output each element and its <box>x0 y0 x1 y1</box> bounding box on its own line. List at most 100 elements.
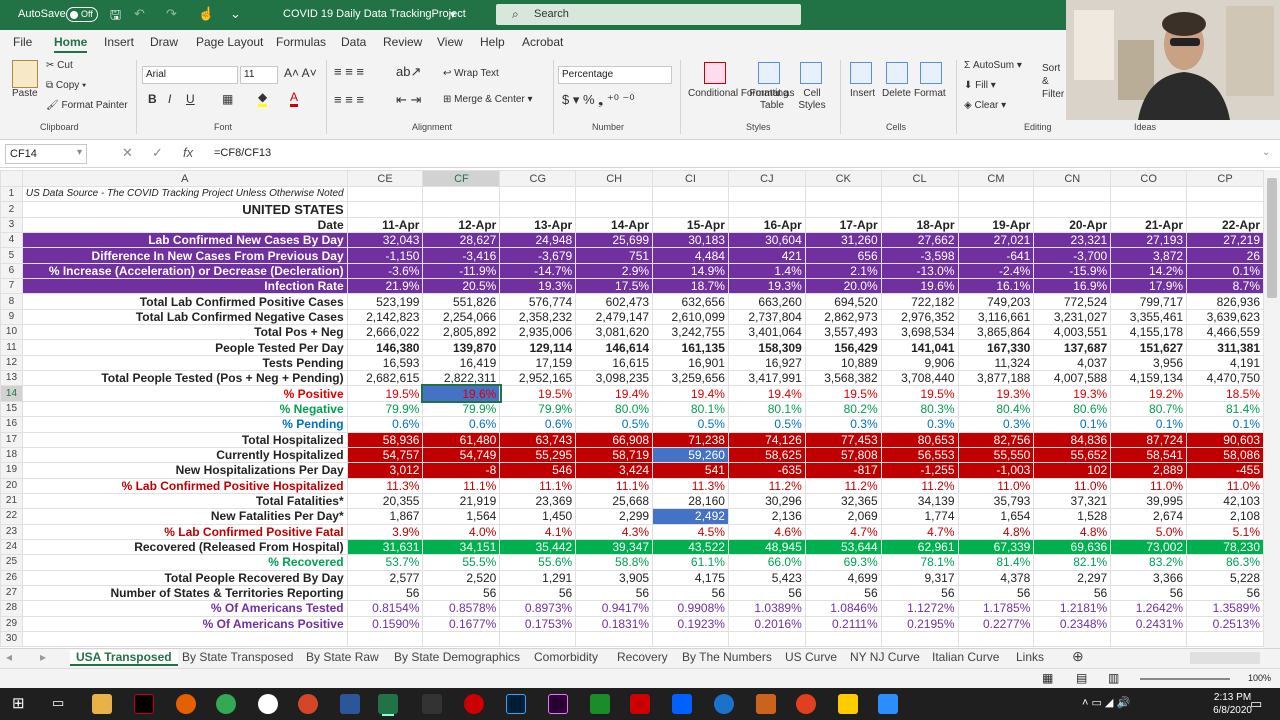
tab-italian-curve[interactable]: Italian Curve <box>932 650 999 664</box>
data-cell[interactable]: 1,654 <box>957 508 1035 525</box>
file-explorer-icon[interactable] <box>92 694 112 714</box>
column-header[interactable]: CM <box>957 170 1035 187</box>
data-cell[interactable]: 53.7% <box>346 554 424 571</box>
bold-icon[interactable]: B <box>148 92 157 106</box>
data-cell[interactable]: 1.4% <box>727 262 806 280</box>
row-header[interactable]: 6 <box>0 262 23 280</box>
data-cell[interactable]: 129,114 <box>499 339 577 356</box>
data-cell[interactable]: 81.4% <box>1186 400 1264 418</box>
column-header[interactable]: CP <box>1186 170 1264 187</box>
data-cell[interactable]: 20.5% <box>422 278 501 295</box>
data-cell[interactable]: 30,604 <box>727 232 806 249</box>
data-cell[interactable]: 3,355,461 <box>1110 308 1188 326</box>
font-color-icon[interactable]: A <box>290 90 299 107</box>
copy-button[interactable]: ⧉ Copy ▾ <box>46 80 86 91</box>
data-cell[interactable]: 4.0% <box>422 523 501 540</box>
fill-button[interactable]: ⬇ Fill ▾ <box>964 80 996 91</box>
data-cell[interactable]: 21.9% <box>346 278 424 295</box>
tab-scroll-right-icon[interactable]: ▸ <box>40 650 46 664</box>
data-cell[interactable]: 2,520 <box>422 569 501 586</box>
row-header[interactable]: 10 <box>0 324 23 341</box>
data-cell[interactable]: 1,450 <box>499 508 577 525</box>
data-cell[interactable]: 11.1% <box>499 477 577 494</box>
file-name[interactable]: COVID 19 Daily Data TrackingProject <box>283 8 466 20</box>
row-label-cell[interactable]: % Lab Confirmed Positive Hospitalized <box>21 477 348 494</box>
data-cell[interactable]: 2,108 <box>1186 508 1264 525</box>
insert-function-icon[interactable]: fx <box>183 145 193 160</box>
data-cell[interactable]: 22-Apr <box>1186 216 1264 234</box>
data-cell[interactable]: 2,479,147 <box>575 308 654 326</box>
autosum-button[interactable]: Σ AutoSum ▾ <box>964 60 1022 71</box>
data-cell[interactable]: 158,309 <box>727 339 806 356</box>
data-cell[interactable]: 0.2348% <box>1033 615 1112 632</box>
powerpoint-icon[interactable] <box>298 694 318 714</box>
data-cell[interactable]: 63,743 <box>499 431 577 448</box>
data-cell[interactable]: 82,756 <box>957 431 1035 448</box>
data-cell[interactable]: -3.6% <box>346 262 424 280</box>
data-cell[interactable]: 16.9% <box>1033 278 1112 295</box>
data-cell[interactable]: 5,423 <box>727 569 806 586</box>
data-cell[interactable]: 55,652 <box>1033 446 1112 464</box>
app-icon[interactable] <box>464 694 484 714</box>
autosave-toggle[interactable]: Off <box>66 7 98 22</box>
row-label-cell[interactable]: Total Lab Confirmed Positive Cases <box>21 293 348 310</box>
data-cell[interactable]: 31,631 <box>346 538 424 556</box>
orientation-icon[interactable]: ab↗ <box>396 64 421 80</box>
cell-styles-icon[interactable] <box>800 62 822 84</box>
row-label-cell[interactable]: Total Lab Confirmed Negative Cases <box>21 308 348 326</box>
data-cell[interactable]: 2,136 <box>727 508 806 525</box>
row-header[interactable]: 7 <box>0 278 23 295</box>
windows-start-icon[interactable]: ⊞ <box>12 694 25 712</box>
data-cell[interactable] <box>1033 185 1112 203</box>
data-cell[interactable]: 19.5% <box>804 385 882 402</box>
chrome-icon[interactable] <box>216 694 236 714</box>
data-cell[interactable]: 0.9417% <box>575 600 654 617</box>
data-cell[interactable]: 2,976,352 <box>880 308 959 326</box>
data-cell[interactable]: 139,870 <box>422 339 501 356</box>
data-cell[interactable]: 56 <box>804 584 882 602</box>
dropbox-icon[interactable] <box>672 694 692 714</box>
row-header[interactable]: 15 <box>0 400 23 418</box>
delete-cells-icon[interactable] <box>886 62 908 84</box>
menu-page-layout[interactable]: Page Layout <box>196 35 263 49</box>
data-cell[interactable]: 25,699 <box>575 232 654 249</box>
data-cell[interactable]: 11.2% <box>804 477 882 494</box>
row-label-cell[interactable] <box>21 630 348 648</box>
data-cell[interactable]: 5,228 <box>1186 569 1264 586</box>
data-cell[interactable]: 1,291 <box>499 569 577 586</box>
data-cell[interactable]: 16,927 <box>727 354 806 372</box>
data-cell[interactable]: 74,126 <box>727 431 806 448</box>
data-cell[interactable]: 663,260 <box>727 293 806 310</box>
row-label-cell[interactable]: % Pending <box>21 416 348 433</box>
data-cell[interactable]: 17.9% <box>1110 278 1188 295</box>
data-cell[interactable]: 34,151 <box>422 538 501 556</box>
row-label-cell[interactable]: % Increase (Acceleration) or Decrease (D… <box>21 262 348 280</box>
undo-icon[interactable]: ↶ <box>134 6 145 22</box>
word-icon[interactable] <box>340 694 360 714</box>
row-label-cell[interactable]: New Hospitalizations Per Day <box>21 462 348 479</box>
borders-icon[interactable]: ▦ <box>222 92 233 106</box>
tab-recovery[interactable]: Recovery <box>617 650 668 664</box>
data-cell[interactable]: 0.5% <box>652 416 729 433</box>
premiere-icon[interactable] <box>548 694 568 714</box>
data-cell[interactable] <box>880 201 959 218</box>
data-cell[interactable]: 19.6% <box>420 383 502 404</box>
row-label-cell[interactable]: Total Pos + Neg <box>21 324 348 341</box>
data-cell[interactable]: -3,679 <box>499 247 577 264</box>
data-cell[interactable]: 16,615 <box>575 354 654 372</box>
indent-icon[interactable]: ⇤ ⇥ <box>396 92 421 108</box>
data-cell[interactable]: 32,365 <box>804 492 882 510</box>
data-cell[interactable]: 1,774 <box>880 508 959 525</box>
data-cell[interactable]: 34,139 <box>880 492 959 510</box>
data-cell[interactable]: -1,255 <box>880 462 959 479</box>
data-cell[interactable]: 0.6% <box>499 416 577 433</box>
data-cell[interactable]: 799,717 <box>1110 293 1188 310</box>
chrome-alt-icon[interactable] <box>258 694 278 714</box>
row-label-cell[interactable]: Currently Hospitalized <box>21 446 348 464</box>
data-cell[interactable] <box>727 185 806 203</box>
data-cell[interactable] <box>727 630 806 648</box>
row-label-cell[interactable]: Total People Tested (Pos + Neg + Pending… <box>21 370 348 387</box>
data-cell[interactable]: 4,175 <box>652 569 729 586</box>
data-cell[interactable]: 19.5% <box>880 385 959 402</box>
data-cell[interactable]: 3,098,235 <box>575 370 654 387</box>
